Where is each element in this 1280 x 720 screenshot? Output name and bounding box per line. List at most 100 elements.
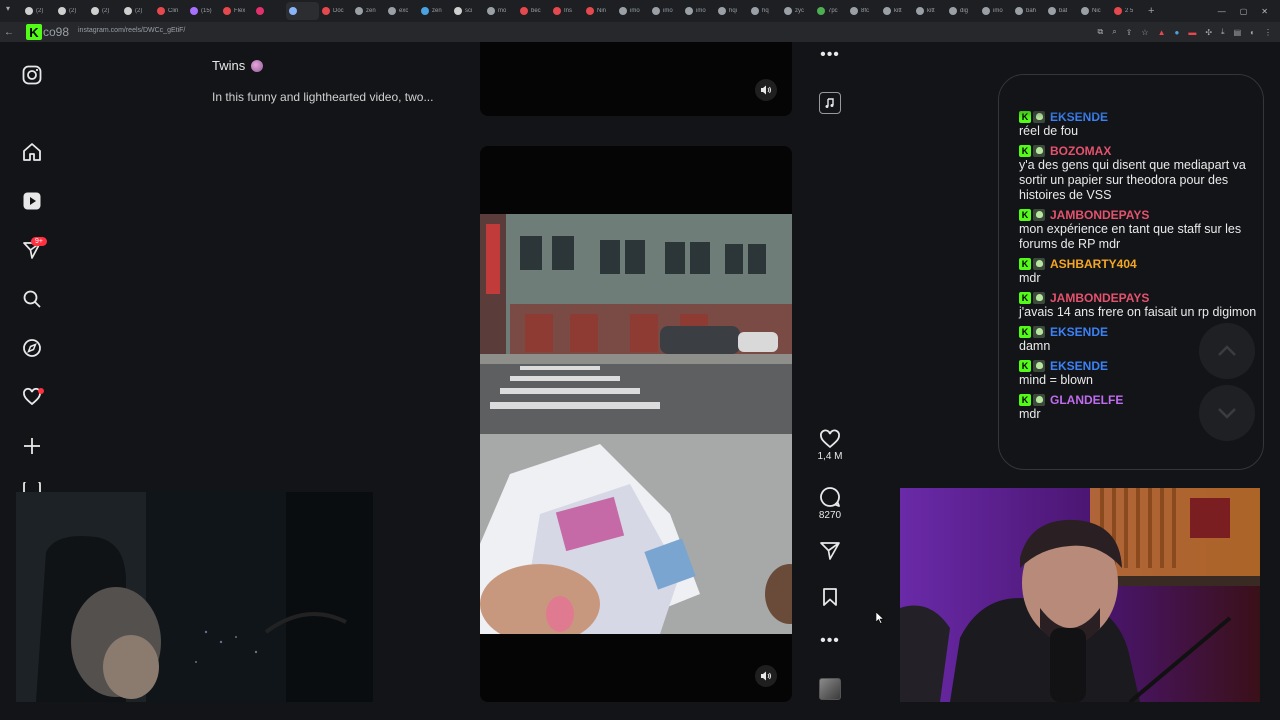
url-field[interactable]: instagram.com/reels/DWCc_gEtiF/ [78, 27, 185, 34]
extensions-puzzle-icon[interactable]: ✣ [1205, 28, 1212, 37]
browser-tab[interactable]: Nin [583, 2, 616, 20]
browser-tab[interactable]: Flex [220, 2, 253, 20]
extension-icon-1[interactable]: ▲ [1158, 28, 1166, 37]
home-icon[interactable] [20, 140, 44, 164]
more-options-top-icon[interactable]: ••• [812, 46, 848, 64]
tab-search-icon[interactable]: ▾ [6, 4, 10, 13]
sidebar-icon[interactable]: ▤ [1234, 28, 1242, 37]
post-author[interactable]: Twins [212, 58, 264, 73]
chat-username[interactable]: EKSENDE [1050, 359, 1108, 373]
chat-username[interactable]: GLANDELFE [1050, 393, 1123, 407]
original-audio-icon[interactable] [819, 92, 841, 114]
browser-tab[interactable]: Clin [154, 2, 187, 20]
browser-tab[interactable]: Nic [1078, 2, 1111, 20]
instagram-logo-icon[interactable] [20, 63, 44, 87]
browser-tab[interactable]: (2) [55, 2, 88, 20]
explore-compass-icon[interactable] [20, 336, 44, 360]
close-window-button[interactable]: ✕ [1261, 7, 1268, 16]
current-reel-video[interactable] [480, 146, 792, 702]
share-button[interactable] [812, 541, 848, 561]
tab-favicon-icon [58, 7, 66, 15]
search-icon[interactable] [20, 287, 44, 311]
kick-badge-icon: K [1019, 325, 1031, 338]
browser-tab[interactable]: bec [517, 2, 550, 20]
browser-tab-bar: ▾ (2) (2) (2) (2) Clin (15) Flex Doc zen exc zen sc… [0, 0, 1280, 22]
tab-favicon-icon [388, 7, 396, 15]
profile-icon[interactable]: ◐ [1250, 28, 1255, 37]
comment-count: 8270 [818, 510, 842, 521]
browser-tab[interactable]: (2) [88, 2, 121, 20]
tab-label: bec [531, 8, 541, 14]
mute-toggle-icon[interactable] [755, 665, 777, 687]
save-button[interactable] [812, 587, 848, 607]
scroll-up-button[interactable] [1199, 323, 1255, 379]
browser-tab[interactable]: 2 5 [1111, 2, 1144, 20]
tab-label: kitt [927, 8, 935, 14]
comment-button[interactable]: 8270 [812, 486, 848, 521]
download-icon[interactable]: ⤓ [1221, 27, 1225, 37]
browser-tab[interactable]: kitt [913, 2, 946, 20]
maximize-button[interactable]: ▢ [1240, 7, 1248, 16]
send-icon[interactable] [819, 541, 841, 561]
browser-tab[interactable]: (2) [22, 2, 55, 20]
more-options-icon[interactable]: ••• [812, 632, 848, 650]
new-tab-button[interactable]: + [1148, 5, 1154, 17]
post-description[interactable]: In this funny and lighthearted video, tw… [212, 90, 433, 104]
like-button[interactable]: 1,4 M [812, 429, 848, 462]
chat-message-header: K ASHBARTY404 [1019, 256, 1259, 271]
scroll-down-button[interactable] [1199, 385, 1255, 441]
browser-tab[interactable]: (2) [121, 2, 154, 20]
kick-logo: K co98 [26, 23, 72, 41]
bookmark-icon[interactable] [821, 587, 839, 607]
browser-tab[interactable]: kitt [880, 2, 913, 20]
mute-toggle-icon[interactable] [755, 79, 777, 101]
browser-tab[interactable]: mo [484, 2, 517, 20]
browser-tab[interactable]: exc [385, 2, 418, 20]
browser-tab[interactable]: zyc [781, 2, 814, 20]
comment-icon[interactable] [819, 486, 841, 508]
chat-username[interactable]: JAMBONDEPAYS [1050, 291, 1149, 305]
browser-tab[interactable]: bah [1012, 2, 1045, 20]
minimize-button[interactable]: — [1218, 7, 1226, 16]
browser-tab[interactable]: 8fc [847, 2, 880, 20]
browser-tab[interactable]: 7pc [814, 2, 847, 20]
browser-tab[interactable]: imo [649, 2, 682, 20]
share-icon[interactable]: ⇪ [1126, 28, 1133, 37]
chat-username[interactable]: JAMBONDEPAYS [1050, 208, 1149, 222]
tab-label: (2) [36, 8, 44, 14]
extension-icon-3[interactable]: ▬ [1188, 28, 1196, 37]
back-button[interactable]: ← [0, 27, 18, 38]
audio-thumbnail[interactable] [819, 678, 841, 700]
browser-tab[interactable] [253, 2, 286, 20]
browser-tab[interactable] [286, 2, 319, 20]
subscriber-badge-icon [1033, 257, 1045, 270]
browser-tab[interactable]: hq [748, 2, 781, 20]
install-icon[interactable]: ⧉ [1098, 27, 1104, 37]
chat-username[interactable]: BOZOMAX [1050, 144, 1111, 158]
chat-username[interactable]: ASHBARTY404 [1050, 257, 1137, 271]
browser-tab[interactable]: (15) [187, 2, 220, 20]
post-author-name[interactable]: Twins [212, 58, 245, 73]
browser-tab[interactable]: bat [1045, 2, 1078, 20]
browser-tab[interactable]: Ins [550, 2, 583, 20]
tab-favicon-icon [454, 7, 462, 15]
reels-icon[interactable] [20, 189, 44, 213]
extension-icon-2[interactable]: ● [1175, 28, 1180, 37]
browser-tab[interactable]: hqi [715, 2, 748, 20]
chat-username[interactable]: EKSENDE [1050, 325, 1108, 339]
browser-tab[interactable]: dig [946, 2, 979, 20]
browser-tab[interactable]: Doc [319, 2, 352, 20]
browser-tab[interactable]: zen [418, 2, 451, 20]
zoom-icon[interactable]: ⌕ [1112, 27, 1116, 37]
browser-tab[interactable]: imo [682, 2, 715, 20]
kick-logo-letter: K [26, 24, 42, 40]
browser-tab[interactable]: zen [352, 2, 385, 20]
bookmark-star-icon[interactable]: ☆ [1141, 28, 1148, 37]
browser-menu-icon[interactable]: ⋮ [1264, 28, 1272, 37]
heart-icon[interactable] [819, 429, 841, 449]
create-plus-icon[interactable] [20, 434, 44, 458]
browser-tab[interactable]: imo [616, 2, 649, 20]
previous-reel-video[interactable] [480, 42, 792, 116]
browser-tab[interactable]: imo [979, 2, 1012, 20]
browser-tab[interactable]: sci [451, 2, 484, 20]
